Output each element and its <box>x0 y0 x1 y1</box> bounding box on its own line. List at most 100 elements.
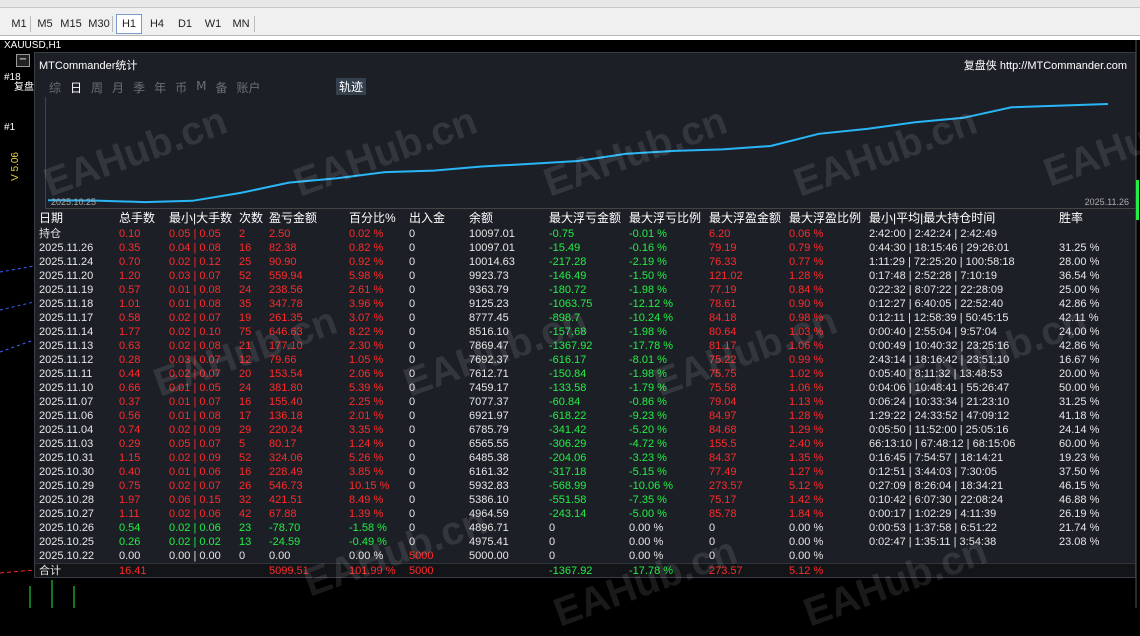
table-cell: 121.02 <box>709 270 743 282</box>
table-row[interactable]: 2025.11.03 0.29 0.05 | 0.07 5 80.17 1.24 % 0 65… <box>35 437 1137 451</box>
tab-9[interactable]: 账户 <box>236 79 260 96</box>
table-row[interactable]: 2025.10.30 0.40 0.01 | 0.06 16 228.49 3.85 % 0… <box>35 465 1137 479</box>
table-row[interactable]: 2025.11.18 1.01 0.01 | 0.08 35 347.78 3.96 % 0… <box>35 297 1137 311</box>
table-cell: -5.15 % <box>629 466 667 478</box>
table-cell: 2025.11.04 <box>39 424 94 436</box>
table-row[interactable]: 2025.10.27 1.11 0.02 | 0.06 42 67.88 1.39 % 0 4… <box>35 507 1137 521</box>
table-row[interactable]: 2025.11.11 0.44 0.02 | 0.07 20 153.54 2.06 % 0… <box>35 367 1137 381</box>
total-cell: 16.41 <box>119 565 147 577</box>
table-cell: 6485.38 <box>469 452 509 464</box>
tab-0[interactable]: 综 <box>49 79 61 96</box>
table-cell: 78.61 <box>709 298 737 310</box>
table-cell: -8.01 % <box>629 354 667 366</box>
table-row[interactable]: 2025.11.12 0.28 0.03 | 0.07 12 79.66 1.05 % 0 7… <box>35 353 1137 367</box>
table-row[interactable]: 2025.10.22 0.00 0.00 | 0.00 0 0.00 0.00 % 5000… <box>35 549 1137 563</box>
table-row[interactable]: 2025.11.14 1.77 0.02 | 0.10 75 646.63 8.22 % 0… <box>35 325 1137 339</box>
table-row[interactable]: 持仓 0.10 0.05 | 0.05 2 2.50 0.02 % 0 10097.01 -0.… <box>35 227 1137 241</box>
table-cell: -1.98 % <box>629 326 667 338</box>
table-cell: 0 <box>409 298 416 310</box>
table-cell: 2.40 % <box>789 438 824 450</box>
table-cell: 0 <box>409 312 416 324</box>
table-cell: 75.75 <box>709 368 737 380</box>
table-cell: 0:12:11 | 12:58:39 | 50:45:15 <box>869 312 1009 324</box>
table-cell: 0 <box>409 452 416 464</box>
timeframe-w1[interactable]: W1 <box>200 14 226 34</box>
column-header: 最大浮亏比例 <box>629 211 702 225</box>
table-row[interactable]: 2025.10.26 0.54 0.02 | 0.06 23 -78.70 -1.58 %… <box>35 521 1137 535</box>
table-cell: 1.20 <box>119 270 141 282</box>
table-cell: 347.78 <box>269 298 303 310</box>
tab-2[interactable]: 周 <box>91 79 103 96</box>
timeframe-h1[interactable]: H1 <box>116 14 142 34</box>
tab-trace[interactable]: 轨迹 <box>336 78 367 95</box>
table-row[interactable]: 2025.11.13 0.63 0.02 | 0.08 21 177.10 2.30 % 0… <box>35 339 1137 353</box>
table-cell: 0.00 <box>269 550 291 562</box>
panel-link[interactable]: 复盘侠 http://MTCommander.com <box>964 57 1127 73</box>
timeframe-m30[interactable]: M30 <box>86 14 112 34</box>
table-cell: 1.02 % <box>789 368 824 380</box>
table-header: 日期 总手数 最小|大手数 次数 盈亏金额 百分比% 出入金 余额 最大浮亏金额 最大浮亏比例 最大… <box>35 211 1137 227</box>
table-cell: 0:02:47 | 1:35:11 | 3:54:38 <box>869 536 997 548</box>
table-cell: 2025.11.11 <box>39 368 93 380</box>
table-row[interactable]: 2025.10.31 1.15 0.02 | 0.09 52 324.06 5.26 % 0… <box>35 451 1137 465</box>
timeframe-d1[interactable]: D1 <box>172 14 198 34</box>
table-row[interactable]: 2025.10.25 0.26 0.02 | 0.02 13 -24.59 -0.49 %… <box>35 535 1137 549</box>
timeframe-mn[interactable]: MN <box>228 14 254 34</box>
table-cell: 50.00 % <box>1059 382 1100 394</box>
table-cell: -317.18 <box>549 466 587 478</box>
table-cell: 2025.11.07 <box>39 396 94 408</box>
stats-panel: MTCommander统计 复盘侠 http://MTCommander.com… <box>34 52 1136 578</box>
table-cell: 3.07 % <box>349 312 384 324</box>
timeframe-m5[interactable]: M5 <box>32 14 58 34</box>
table-cell: 2025.11.03 <box>39 438 94 450</box>
table-cell: 9363.79 <box>469 284 509 296</box>
table-cell: 0 <box>409 340 416 352</box>
table-row[interactable]: 2025.11.10 0.66 0.01 | 0.05 24 381.80 5.39 % 0… <box>35 381 1137 395</box>
tab-3[interactable]: 月 <box>112 79 124 96</box>
table-cell: 0.01 | 0.06 <box>169 466 221 478</box>
table-cell: 28.00 % <box>1059 256 1100 268</box>
tab-6[interactable]: 币 <box>175 79 187 96</box>
table-cell: 0:05:50 | 11:52:00 | 25:05:16 <box>869 424 1009 436</box>
table-cell: -0.49 % <box>349 536 387 548</box>
table-cell: 0.57 <box>119 284 141 296</box>
table-cell: -1063.75 <box>549 298 593 310</box>
table-cell: 0.98 % <box>789 312 824 324</box>
table-cell: 1.06 % <box>789 382 824 394</box>
table-cell: 10097.01 <box>469 228 515 240</box>
table-row[interactable]: 2025.11.19 0.57 0.01 | 0.08 24 238.56 2.61 % 0… <box>35 283 1137 297</box>
table-row[interactable]: 2025.11.04 0.74 0.02 | 0.09 29 220.24 3.35 % 0… <box>35 423 1137 437</box>
table-cell: 0 <box>709 536 716 548</box>
table-row[interactable]: 2025.10.29 0.75 0.02 | 0.07 26 546.73 10.15 %… <box>35 479 1137 493</box>
tab-1[interactable]: 日 <box>70 79 82 96</box>
table-cell: 52 <box>239 270 252 282</box>
totals-row: 合计 16.41 5099.51 101.99 % 5000 -1367.92 -17.78… <box>35 563 1135 577</box>
tab-8[interactable]: 备 <box>215 79 227 96</box>
table-cell: 35 <box>239 298 252 310</box>
timeframe-m15[interactable]: M15 <box>58 14 84 34</box>
table-cell: 1.84 % <box>789 508 824 520</box>
tab-7[interactable]: M <box>196 79 206 96</box>
table-row[interactable]: 2025.11.20 1.20 0.03 | 0.07 52 559.94 5.98 % 0… <box>35 269 1137 283</box>
tab-4[interactable]: 季 <box>133 79 145 96</box>
table-row[interactable]: 2025.11.07 0.37 0.01 | 0.07 16 155.40 2.25 % 0… <box>35 395 1137 409</box>
table-row[interactable]: 2025.11.24 0.70 0.02 | 0.12 25 90.90 0.92 % 0 1… <box>35 255 1137 269</box>
table-cell: 1:11:29 | 72:25:20 | 100:58:18 <box>869 256 1015 268</box>
table-row[interactable]: 2025.11.06 0.56 0.01 | 0.08 17 136.18 2.01 % 0… <box>35 409 1137 423</box>
table-cell: 60.00 % <box>1059 438 1100 450</box>
table-cell: 76.33 <box>709 256 737 268</box>
table-cell: -1.79 % <box>629 382 667 394</box>
table-cell: 21 <box>239 340 252 352</box>
timeframe-m1[interactable]: M1 <box>6 14 32 34</box>
table-cell: 持仓 <box>39 228 61 240</box>
table-row[interactable]: 2025.10.28 1.97 0.06 | 0.15 32 421.51 8.49 % 0… <box>35 493 1137 507</box>
tab-5[interactable]: 年 <box>154 79 166 96</box>
table-cell: 153.54 <box>269 368 303 380</box>
table-cell: 0.02 | 0.09 <box>169 424 221 436</box>
timeframe-h4[interactable]: H4 <box>144 14 170 34</box>
minimize-button[interactable]: − <box>16 54 30 67</box>
table-row[interactable]: 2025.11.17 0.58 0.02 | 0.07 19 261.35 3.07 % 0… <box>35 311 1137 325</box>
table-cell: 10014.63 <box>469 256 515 268</box>
table-row[interactable]: 2025.11.26 0.35 0.04 | 0.08 16 82.38 0.82 % 0 1… <box>35 241 1137 255</box>
table-cell: -1.98 % <box>629 368 667 380</box>
